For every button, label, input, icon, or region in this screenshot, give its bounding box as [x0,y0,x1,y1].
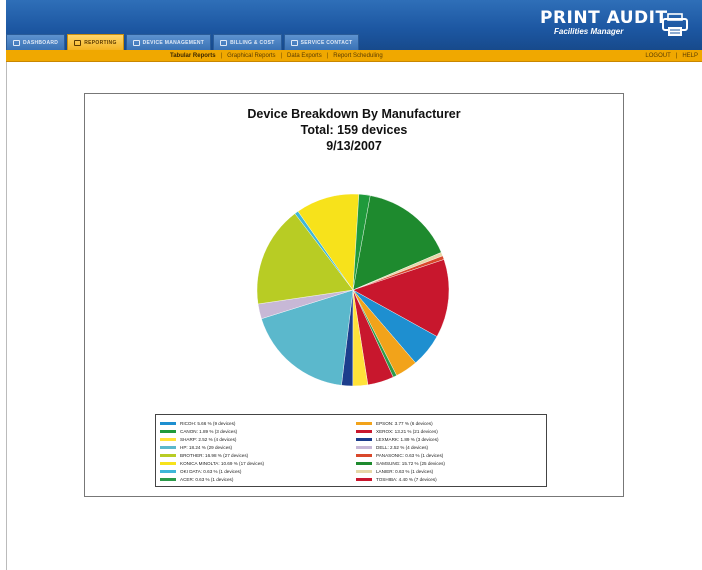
logo-subtext: Facilities Manager [554,27,624,36]
separator: | [326,53,329,59]
legend-label: LEXMARK: 1.89 % (3 devices) [376,436,439,442]
tab-label: SERVICE CONTACT [300,39,353,46]
pie-chart [256,193,450,387]
legend-column-right: EPSON: 3.77 % (6 devices) XEROX: 13.21 % … [356,419,546,484]
chart-legend: RICOH: 5.66 % (9 devices) CANON: 1.89 % (… [155,414,547,487]
legend-swatch [356,462,372,466]
legend-label: SHARP: 2.52 % (4 devices) [180,436,237,442]
legend-swatch [356,421,372,425]
link-data-exports[interactable]: Data Exports [287,53,322,59]
legend-item: LEXMARK: 1.89 % (3 devices) [356,435,546,443]
separator: | [675,53,678,59]
page: DASHBOARD REPORTING DEVICE MANAGEMENT BI… [0,0,702,570]
report-total: Total: 159 devices [300,123,408,137]
main-tabs: DASHBOARD REPORTING DEVICE MANAGEMENT BI… [6,34,360,50]
account-links: LOGOUT | HELP [645,51,698,61]
legend-swatch [160,437,176,441]
device-icon [132,39,140,46]
report-panel: Device Breakdown By Manufacturer Total: … [84,93,624,497]
legend-item: KONICA MINOLTA: 10.69 % (17 devices) [160,459,350,467]
legend-label: OKI DATA: 0.63 % (1 devices) [180,469,242,475]
legend-item: SHARP: 2.52 % (4 devices) [160,435,350,443]
legend-item: CANON: 1.89 % (3 devices) [160,427,350,435]
legend-item: HP: 18.24 % (29 devices) [160,443,350,451]
legend-item: BROTHER: 16.98 % (27 devices) [160,451,350,459]
help-link[interactable]: HELP [682,53,698,59]
legend-item: SAMSUNG: 15.72 % (25 devices) [356,459,546,467]
separator: | [220,53,223,59]
legend-label: XEROX: 13.21 % (21 devices) [376,428,438,434]
legend-item: RICOH: 5.66 % (9 devices) [160,419,350,427]
legend-label: SAMSUNG: 15.72 % (25 devices) [376,461,445,467]
tab-reporting[interactable]: REPORTING [67,34,124,50]
print-audit-logo: PRINT AUDIT Facilities Manager [540,8,690,42]
legend-item: DELL: 2.52 % (4 devices) [356,443,546,451]
legend-swatch [356,453,372,457]
link-tabular-reports[interactable]: Tabular Reports [170,53,216,59]
link-graphical-reports[interactable]: Graphical Reports [227,53,275,59]
app-header: DASHBOARD REPORTING DEVICE MANAGEMENT BI… [6,0,702,50]
legend-label: TOSHIBA: 4.40 % (7 devices) [376,477,437,483]
separator: | [280,53,283,59]
legend-item: EPSON: 3.77 % (6 devices) [356,419,546,427]
reporting-icon [74,39,82,46]
link-report-scheduling[interactable]: Report Scheduling [333,53,382,59]
sub-navigation: Tabular Reports | Graphical Reports | Da… [6,50,702,62]
tab-billing-cost[interactable]: BILLING & COST [213,34,282,50]
legend-item: PANASONIC: 0.63 % (1 devices) [356,451,546,459]
legend-label: BROTHER: 16.98 % (27 devices) [180,452,249,458]
legend-label: PANASONIC: 0.63 % (1 devices) [376,452,444,458]
legend-item: TOSHIBA: 4.40 % (7 devices) [356,476,546,484]
legend-swatch [160,453,176,457]
tab-device-management[interactable]: DEVICE MANAGEMENT [125,34,212,50]
legend-label: DELL: 2.52 % (4 devices) [376,444,429,450]
legend-item: ACER: 0.63 % (1 devices) [160,476,350,484]
service-icon [290,39,298,46]
tab-dashboard[interactable]: DASHBOARD [6,34,66,50]
legend-label: CANON: 1.89 % (3 devices) [180,428,238,434]
tab-label: REPORTING [84,39,117,46]
dashboard-icon [13,39,20,46]
tab-label: DASHBOARD [23,39,59,46]
report-type-links: Tabular Reports | Graphical Reports | Da… [170,51,383,61]
billing-icon [220,39,228,46]
legend-swatch [160,478,176,482]
legend-swatch [160,470,176,474]
report-date: 9/13/2007 [326,139,382,153]
legend-label: RICOH: 5.66 % (9 devices) [180,420,236,426]
legend-column-left: RICOH: 5.66 % (9 devices) CANON: 1.89 % (… [160,419,350,484]
legend-item: LANIER: 0.63 % (1 devices) [356,468,546,476]
content-left-border [6,62,7,570]
legend-swatch [160,421,176,425]
legend-label: LANIER: 0.63 % (1 devices) [376,469,434,475]
legend-swatch [356,429,372,433]
tab-service-contact[interactable]: SERVICE CONTACT [283,34,360,50]
legend-item: XEROX: 13.21 % (21 devices) [356,427,546,435]
logo-text: PRINT AUDIT [540,8,668,28]
report-title: Device Breakdown By Manufacturer [247,107,461,121]
legend-label: HP: 18.24 % (29 devices) [180,444,233,450]
legend-swatch [160,462,176,466]
logout-link[interactable]: LOGOUT [645,53,670,59]
legend-swatch [356,478,372,482]
legend-swatch [356,437,372,441]
tab-label: DEVICE MANAGEMENT [142,39,205,46]
legend-label: KONICA MINOLTA: 10.69 % (17 devices) [180,461,265,467]
legend-label: ACER: 0.63 % (1 devices) [180,477,234,483]
legend-label: EPSON: 3.77 % (6 devices) [376,420,433,426]
printer-logo-icon [662,13,688,36]
legend-item: OKI DATA: 0.63 % (1 devices) [160,468,350,476]
legend-swatch [160,445,176,449]
legend-swatch [356,445,372,449]
legend-swatch [356,470,372,474]
legend-swatch [160,429,176,433]
tab-label: BILLING & COST [230,39,275,46]
